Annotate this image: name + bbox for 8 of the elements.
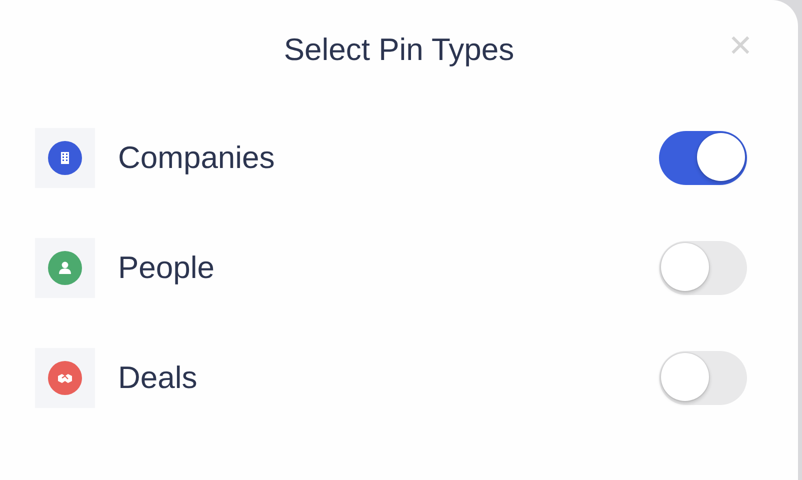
toggle-switch[interactable]: [659, 241, 747, 295]
pin-type-label: Deals: [118, 360, 198, 396]
pin-type-label: Companies: [118, 140, 276, 176]
toggle-switch[interactable]: [659, 351, 747, 405]
dialog-title: Select Pin Types: [284, 32, 514, 68]
pin-type-label: People: [118, 250, 216, 286]
toggle-switch[interactable]: [659, 131, 747, 185]
close-button[interactable]: ✕: [728, 32, 753, 62]
